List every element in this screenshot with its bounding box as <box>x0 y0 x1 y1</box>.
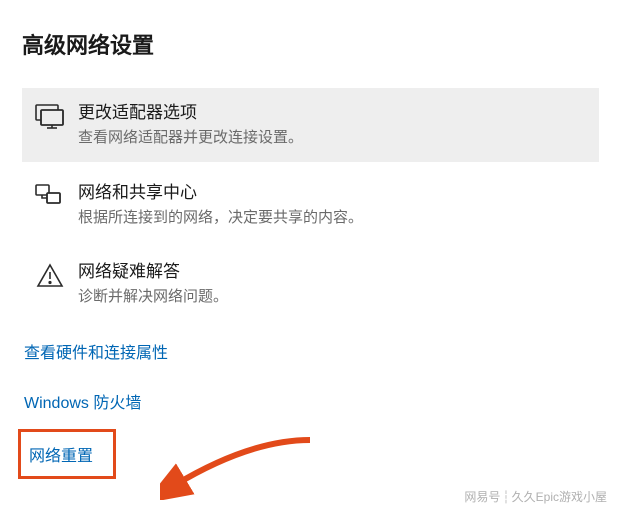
warning-icon <box>32 263 68 289</box>
section-title: 高级网络设置 <box>22 28 599 60</box>
item-desc: 查看网络适配器并更改连接设置。 <box>78 128 303 148</box>
troubleshoot-item[interactable]: 网络疑难解答 诊断并解决网络问题。 <box>22 247 599 321</box>
adapter-options-item[interactable]: 更改适配器选项 查看网络适配器并更改连接设置。 <box>22 88 599 162</box>
network-sharing-item[interactable]: 网络和共享中心 根据所连接到的网络，决定要共享的内容。 <box>22 168 599 242</box>
link-group: 查看硬件和连接属性 Windows 防火墙 网络重置 <box>22 329 599 485</box>
hardware-link[interactable]: 查看硬件和连接属性 <box>22 329 599 373</box>
network-reset-link[interactable]: 网络重置 <box>18 429 116 479</box>
monitor-icon <box>32 104 68 130</box>
item-title: 网络和共享中心 <box>78 182 363 204</box>
item-title: 网络疑难解答 <box>78 261 228 283</box>
item-desc: 诊断并解决网络问题。 <box>78 287 228 307</box>
watermark-sep: ┆ <box>502 490 509 504</box>
item-desc: 根据所连接到的网络，决定要共享的内容。 <box>78 208 363 228</box>
network-icon <box>32 184 68 210</box>
firewall-link[interactable]: Windows 防火墙 <box>22 379 599 423</box>
item-title: 更改适配器选项 <box>78 102 303 124</box>
watermark-author: 久久Epic游戏小屋 <box>512 490 607 504</box>
watermark-source: 网易号 <box>464 490 500 504</box>
watermark: 网易号┆久久Epic游戏小屋 <box>464 488 607 505</box>
